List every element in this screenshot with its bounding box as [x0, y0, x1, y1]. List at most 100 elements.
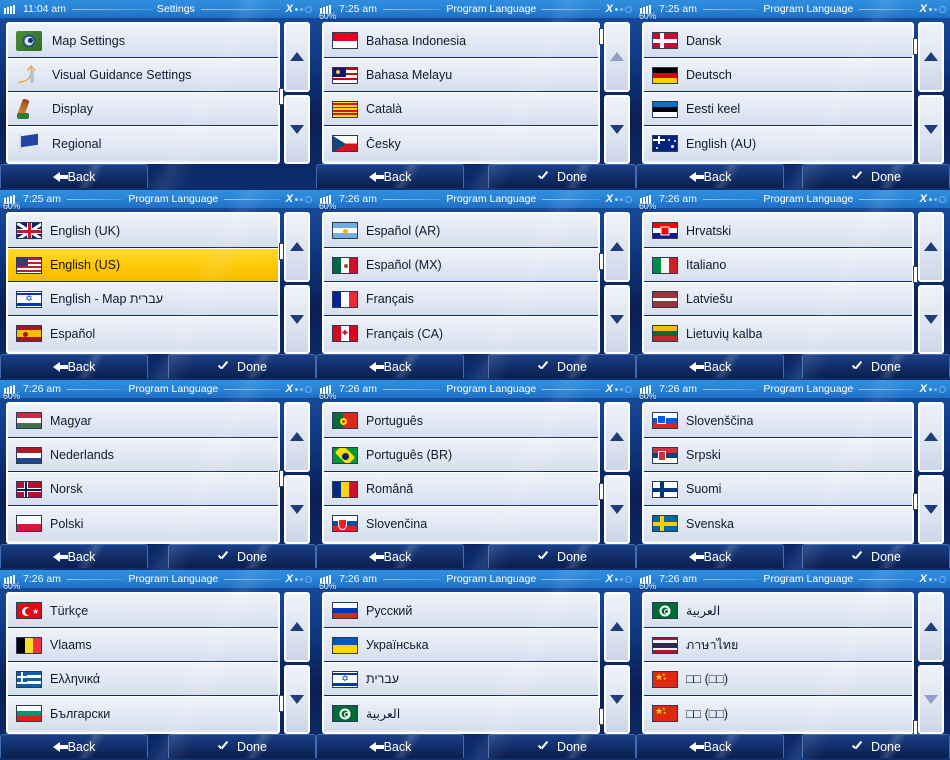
list-item[interactable]: العربية — [644, 594, 912, 628]
list-item[interactable]: ★ ★ ★ □□ (□□) — [644, 696, 912, 730]
scrollbar[interactable] — [913, 22, 944, 164]
back-button[interactable]: Back — [316, 164, 464, 188]
back-button[interactable]: Back — [0, 354, 148, 378]
scrollbar-thumb[interactable] — [279, 88, 284, 105]
done-button[interactable]: Done — [168, 734, 316, 758]
list-item[interactable]: ภาษาไทย — [644, 628, 912, 662]
scrollbar[interactable] — [599, 22, 630, 164]
list-item[interactable]: Italiano — [644, 248, 912, 282]
scrollbar[interactable] — [599, 592, 630, 734]
list-item[interactable]: ✦ Français (CA) — [324, 316, 598, 350]
list-item[interactable]: العربية — [324, 696, 598, 730]
list-item[interactable]: Česky — [324, 126, 598, 160]
list-item[interactable]: Slovenčina — [324, 506, 598, 540]
list-item[interactable]: Norsk — [8, 472, 278, 506]
scrollbar[interactable] — [913, 592, 944, 737]
list-item[interactable]: Svenska — [644, 506, 912, 540]
list-item[interactable]: ★ Türkçe — [8, 594, 278, 628]
scroll-up-button[interactable] — [604, 402, 630, 472]
scroll-up-button[interactable] — [284, 402, 310, 472]
list-item[interactable]: English (US) — [8, 248, 278, 282]
list-item[interactable]: Regional — [8, 126, 278, 160]
scrollbar[interactable] — [279, 592, 310, 734]
list-item[interactable]: Español — [8, 316, 278, 350]
done-button[interactable]: Done — [802, 734, 950, 758]
list-item[interactable]: Русский — [324, 594, 598, 628]
scroll-down-button[interactable] — [604, 474, 630, 544]
back-button[interactable]: Back — [636, 734, 784, 758]
list-item[interactable]: Bahasa Melayu — [324, 58, 598, 92]
list-item[interactable]: Srpski — [644, 438, 912, 472]
scroll-down-button[interactable] — [918, 474, 944, 544]
list-item[interactable]: Dansk — [644, 24, 912, 58]
scroll-down-button[interactable] — [284, 284, 310, 354]
list-item[interactable]: Português — [324, 404, 598, 438]
list-item[interactable]: ✡ עברית — [324, 662, 598, 696]
back-button[interactable]: Back — [0, 164, 148, 188]
list-item[interactable]: Português (BR) — [324, 438, 598, 472]
list-item[interactable]: Vlaams — [8, 628, 278, 662]
list-item[interactable]: Ελληνικά — [8, 662, 278, 696]
scroll-down-button[interactable] — [918, 284, 944, 354]
list-item[interactable]: ✡ English - Map עברית — [8, 282, 278, 316]
done-button[interactable]: Done — [488, 354, 636, 378]
list-item[interactable]: Français — [324, 282, 598, 316]
scrollbar-thumb[interactable] — [913, 492, 918, 510]
scroll-up-button[interactable] — [918, 402, 944, 472]
scrollbar-thumb[interactable] — [279, 470, 284, 488]
list-item[interactable]: Български — [8, 696, 278, 730]
scrollbar[interactable] — [279, 22, 310, 164]
scroll-down-button[interactable] — [284, 474, 310, 544]
back-button[interactable]: Back — [636, 544, 784, 568]
list-item[interactable]: Polski — [8, 506, 278, 540]
scroll-up-button[interactable] — [284, 592, 310, 662]
list-item[interactable]: English (UK) — [8, 214, 278, 248]
done-button[interactable]: Done — [802, 544, 950, 568]
scroll-up-button[interactable] — [604, 592, 630, 662]
scroll-up-button[interactable] — [918, 592, 944, 662]
list-item[interactable]: ★ ★ ★ □□ (□□) — [644, 662, 912, 696]
done-button[interactable]: Done — [802, 354, 950, 378]
scroll-down-button[interactable] — [918, 94, 944, 164]
list-item[interactable]: Română — [324, 472, 598, 506]
list-item[interactable]: Hrvatski — [644, 214, 912, 248]
list-item[interactable]: Español (MX) — [324, 248, 598, 282]
list-item[interactable]: Nederlands — [8, 438, 278, 472]
scrollbar[interactable] — [599, 402, 630, 544]
list-item[interactable]: Slovenščina — [644, 404, 912, 438]
list-item[interactable]: Display — [8, 92, 278, 126]
scrollbar-thumb[interactable] — [599, 482, 604, 500]
list-item[interactable]: Map Settings — [8, 24, 278, 58]
scroll-down-button[interactable] — [284, 94, 310, 164]
scroll-down-button[interactable] — [918, 664, 944, 734]
back-button[interactable]: Back — [316, 734, 464, 758]
list-item[interactable]: Eesti keel — [644, 92, 912, 126]
scrollbar-thumb[interactable] — [279, 695, 284, 713]
scrollbar-thumb[interactable] — [599, 707, 604, 725]
list-item[interactable]: Lietuvių kalba — [644, 316, 912, 350]
list-item[interactable]: Deutsch — [644, 58, 912, 92]
back-button[interactable]: Back — [636, 164, 784, 188]
scroll-up-button[interactable] — [918, 22, 944, 92]
list-item[interactable]: English (AU) — [644, 126, 912, 160]
list-item[interactable]: Magyar — [8, 404, 278, 438]
scrollbar-thumb[interactable] — [913, 38, 918, 56]
scrollbar-thumb[interactable] — [599, 253, 604, 271]
done-button[interactable]: Done — [802, 164, 950, 188]
scroll-down-button[interactable] — [604, 284, 630, 354]
scrollbar[interactable] — [279, 402, 310, 544]
back-button[interactable]: Back — [0, 544, 148, 568]
list-item[interactable]: Bahasa Indonesia — [324, 24, 598, 58]
scrollbar-thumb[interactable] — [599, 28, 604, 46]
scrollbar[interactable] — [279, 212, 310, 354]
scroll-down-button[interactable] — [604, 664, 630, 734]
scrollbar[interactable] — [913, 402, 944, 544]
list-item[interactable]: Català — [324, 92, 598, 126]
list-item[interactable]: Español (AR) — [324, 214, 598, 248]
back-button[interactable]: Back — [316, 544, 464, 568]
scrollbar-thumb[interactable] — [279, 243, 284, 261]
back-button[interactable]: Back — [316, 354, 464, 378]
scroll-up-button[interactable] — [604, 212, 630, 282]
scroll-down-button[interactable] — [284, 664, 310, 734]
list-item[interactable]: Suomi — [644, 472, 912, 506]
